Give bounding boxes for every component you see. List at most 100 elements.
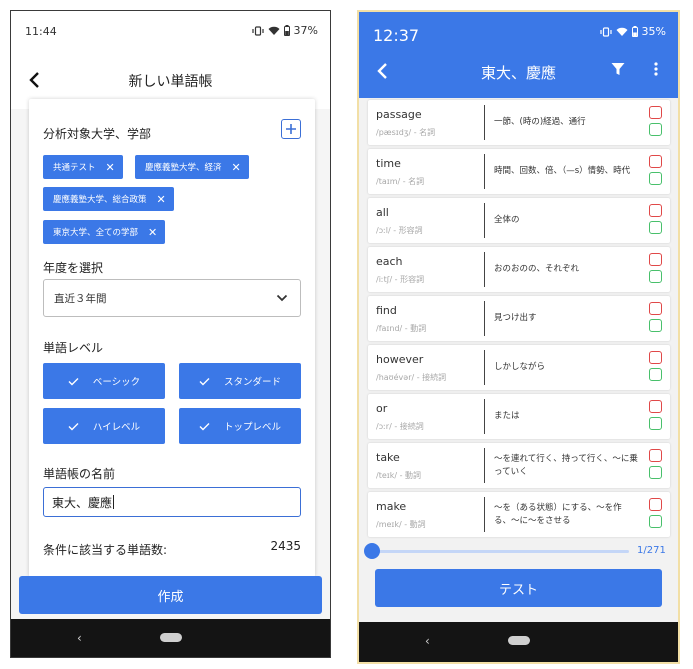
more-vert-icon[interactable]: [654, 62, 658, 76]
word-card[interactable]: or /ɔːr/ - 接続詞 または: [368, 394, 670, 439]
mark-correct-checkbox[interactable]: [649, 417, 662, 430]
progress-slider-track[interactable]: [371, 550, 629, 553]
mark-correct-checkbox[interactable]: [649, 319, 662, 332]
divider: [484, 203, 485, 238]
chip-label: 共通テスト: [53, 163, 96, 173]
page-title: 東大、慶應: [480, 64, 556, 82]
vibrate-icon: [251, 25, 264, 36]
word-card[interactable]: make /meɪk/ - 動詞 〜を（ある状態）にする、〜を作る、〜に〜をさせ…: [368, 492, 670, 537]
chevron-down-icon: [276, 294, 288, 302]
word-text: passage: [376, 108, 422, 121]
word-pronunciation: /teɪk/ - 動詞: [376, 471, 422, 480]
word-card[interactable]: time /taɪm/ - 名詞 時間、回数、倍、（—s）情勢、時代: [368, 149, 670, 194]
system-nav-bar: ‹: [359, 622, 678, 662]
close-icon[interactable]: ✕: [232, 162, 241, 173]
form-card: 分析対象大学、学部 共通テスト ✕ 慶應義塾大学、経済 ✕ 慶應義塾大学、総合政策 ✕…: [29, 99, 315, 577]
nav-home-icon[interactable]: [508, 636, 530, 645]
word-card[interactable]: however /haʊévər/ - 接続詞 しかしながら: [368, 345, 670, 390]
word-card[interactable]: take /teɪk/ - 動詞 〜を連れて行く、持って行く、〜に乗っていく: [368, 443, 670, 488]
word-text: make: [376, 500, 407, 513]
mark-wrong-checkbox[interactable]: [649, 498, 662, 511]
wordbook-name-input[interactable]: 東大、慶應: [43, 487, 301, 517]
university-chip[interactable]: 共通テスト ✕: [43, 155, 123, 179]
word-card[interactable]: find /faɪnd/ - 動詞 見つけ出す: [368, 296, 670, 341]
mark-correct-checkbox[interactable]: [649, 515, 662, 528]
level-button-label: ベーシック: [92, 377, 141, 388]
level-button-label: トップレベル: [223, 422, 281, 433]
battery-percent: 35%: [641, 25, 666, 38]
word-list: passage /pæsɪdʒ/ - 名詞 一節、(時の)経過、通行 time …: [368, 100, 670, 541]
university-chip[interactable]: 東京大学、全ての学部 ✕: [43, 220, 166, 244]
status-time: 12:37: [373, 26, 420, 45]
mark-correct-checkbox[interactable]: [649, 466, 662, 479]
mark-correct-checkbox[interactable]: [649, 270, 662, 283]
divider: [484, 448, 485, 483]
word-pronunciation: /iːtʃ/ - 形容詞: [376, 275, 425, 284]
mark-correct-checkbox[interactable]: [649, 172, 662, 185]
mark-wrong-checkbox[interactable]: [649, 400, 662, 413]
mark-wrong-checkbox[interactable]: [649, 204, 662, 217]
close-icon[interactable]: ✕: [157, 194, 166, 205]
university-chip[interactable]: 慶應義塾大学、総合政策 ✕: [43, 187, 174, 211]
progress-slider-thumb[interactable]: [364, 543, 380, 559]
nav-back-icon[interactable]: ‹: [77, 631, 82, 645]
word-card[interactable]: passage /pæsɪdʒ/ - 名詞 一節、(時の)経過、通行: [368, 100, 670, 145]
check-icon: [199, 377, 210, 385]
mark-wrong-checkbox[interactable]: [649, 351, 662, 364]
word-meaning: しかしながら: [494, 362, 546, 372]
mark-wrong-checkbox[interactable]: [649, 253, 662, 266]
word-pronunciation: /haʊévər/ - 接続詞: [376, 373, 447, 382]
level-button-top[interactable]: トップレベル: [179, 408, 301, 444]
name-label: 単語帳の名前: [43, 467, 116, 481]
word-meaning: または: [494, 411, 520, 421]
mark-wrong-checkbox[interactable]: [649, 155, 662, 168]
battery-percent: 37%: [293, 24, 318, 37]
word-card[interactable]: all /ɔːl/ - 形容詞 全体の: [368, 198, 670, 243]
divider: [484, 399, 485, 434]
word-pronunciation: /ɔːr/ - 接続詞: [376, 422, 424, 431]
word-card[interactable]: each /iːtʃ/ - 形容詞 おのおのの、それぞれ: [368, 247, 670, 292]
word-text: find: [376, 304, 397, 317]
level-label: 単語レベル: [43, 341, 104, 355]
mark-correct-checkbox[interactable]: [649, 368, 662, 381]
mark-correct-checkbox[interactable]: [649, 123, 662, 136]
word-pronunciation: /pæsɪdʒ/ - 名詞: [376, 128, 436, 137]
divider: [484, 497, 485, 532]
word-meaning: 〜を（ある状態）にする、〜を作る、〜に〜をさせる: [494, 502, 622, 526]
university-chip[interactable]: 慶應義塾大学、経済 ✕: [135, 155, 249, 179]
plus-icon: [286, 124, 296, 134]
mark-wrong-checkbox[interactable]: [649, 449, 662, 462]
nav-home-icon[interactable]: [160, 633, 182, 642]
add-university-button[interactable]: [281, 119, 301, 139]
level-button-label: ハイレベル: [92, 422, 141, 433]
level-button-high[interactable]: ハイレベル: [43, 408, 165, 444]
filter-icon[interactable]: [611, 62, 625, 76]
mark-wrong-checkbox[interactable]: [649, 106, 662, 119]
divider: [484, 301, 485, 336]
divider: [484, 105, 485, 140]
mark-wrong-checkbox[interactable]: [649, 302, 662, 315]
word-text: all: [376, 206, 389, 219]
nav-back-icon[interactable]: ‹: [425, 634, 430, 648]
word-text: take: [376, 451, 400, 464]
word-text: each: [376, 255, 403, 268]
word-pronunciation: /ɔːl/ - 形容詞: [376, 226, 423, 235]
close-icon[interactable]: ✕: [106, 162, 115, 173]
check-icon: [68, 377, 79, 385]
mark-correct-checkbox[interactable]: [649, 221, 662, 234]
battery-icon: [283, 25, 290, 36]
level-button-standard[interactable]: スタンダード: [179, 363, 301, 399]
year-select[interactable]: 直近３年間: [43, 279, 301, 317]
test-button[interactable]: テスト: [375, 569, 662, 607]
progress-label: 1/271: [637, 545, 666, 556]
status-icons: 37%: [251, 24, 318, 37]
close-icon[interactable]: ✕: [148, 227, 157, 238]
word-meaning: 〜を連れて行く、持って行く、〜に乗っていく: [494, 453, 638, 477]
word-meaning: 見つけ出す: [494, 313, 537, 323]
divider: [484, 154, 485, 189]
create-button[interactable]: 作成: [19, 576, 322, 614]
status-bar: 11:44 37%: [11, 11, 330, 51]
battery-icon: [631, 26, 638, 37]
app-bar: 12:37 35% 東大、慶應: [359, 12, 678, 98]
level-button-basic[interactable]: ベーシック: [43, 363, 165, 399]
